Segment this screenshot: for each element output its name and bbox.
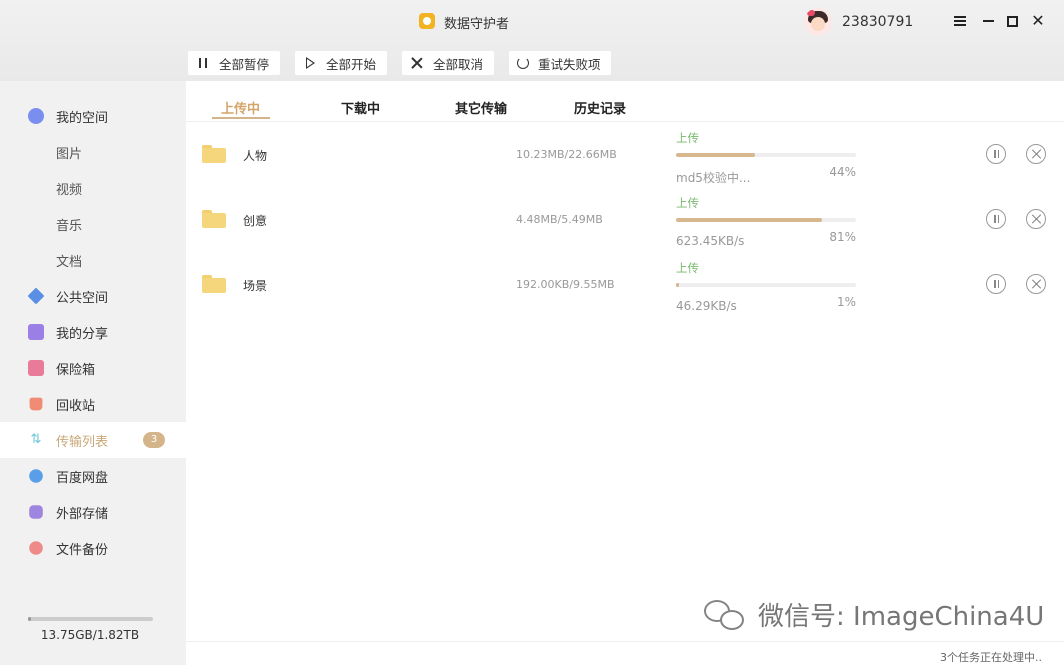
maximize-icon[interactable] bbox=[1003, 12, 1021, 30]
usb-icon bbox=[29, 505, 43, 519]
share-icon bbox=[28, 324, 44, 340]
transfer-status: 上传 bbox=[676, 196, 699, 210]
tab-other-transfers[interactable]: 其它传输 bbox=[455, 98, 507, 117]
progress-fill bbox=[676, 283, 679, 287]
progress-fill bbox=[676, 218, 822, 222]
file-size: 192.00KB/9.55MB bbox=[516, 278, 615, 291]
user-id[interactable]: 23830791 bbox=[842, 14, 913, 30]
transfer-icon: ⇅ bbox=[30, 432, 42, 447]
tab-downloading[interactable]: 下载中 bbox=[341, 98, 380, 117]
cancel-icon[interactable] bbox=[1026, 209, 1046, 229]
transfer-row[interactable]: 场景 192.00KB/9.55MB 上传 46.29KB/s 1% bbox=[186, 254, 1064, 319]
progress-percent: 81% bbox=[829, 230, 856, 244]
transfer-detail: 623.45KB/s bbox=[676, 234, 745, 248]
pause-icon[interactable] bbox=[986, 274, 1006, 294]
active-tab-indicator bbox=[212, 117, 270, 119]
file-name: 场景 bbox=[243, 279, 268, 293]
my-space-icon bbox=[28, 108, 44, 124]
task-status-text: 3个任务正在处理中.. bbox=[940, 651, 1042, 664]
pause-all-button[interactable]: 全部暂停 bbox=[188, 51, 280, 75]
avatar[interactable] bbox=[804, 8, 832, 36]
close-icon[interactable]: ✕ bbox=[1029, 12, 1047, 30]
safe-icon bbox=[28, 360, 44, 376]
storage-usage-bar bbox=[28, 617, 153, 621]
sidebar-item-external-storage[interactable]: 外部存储 bbox=[0, 494, 186, 530]
sidebar-item-music[interactable]: 音乐 bbox=[0, 206, 186, 242]
sidebar-item-my-space[interactable]: 我的空间 bbox=[0, 98, 186, 134]
transfer-row[interactable]: 人物 10.23MB/22.66MB 上传 md5校验中... 44% bbox=[186, 124, 1064, 189]
title-bar: 数据守护者 23830791 ✕ 全部暂停 全部开始 全部取消 重试失败项 bbox=[0, 0, 1064, 81]
storage-usage-text: 13.75GB/1.82TB bbox=[40, 628, 140, 642]
transfer-status: 上传 bbox=[676, 261, 699, 275]
progress-bar bbox=[676, 218, 856, 222]
progress-bar bbox=[676, 283, 856, 287]
folder-icon bbox=[202, 145, 226, 163]
paper-plane-icon bbox=[27, 287, 45, 305]
start-all-button[interactable]: 全部开始 bbox=[295, 51, 387, 75]
file-name: 创意 bbox=[243, 214, 268, 228]
wechat-icon bbox=[704, 598, 748, 632]
sidebar-item-documents[interactable]: 文档 bbox=[0, 242, 186, 278]
app-logo-icon bbox=[419, 13, 435, 29]
sidebar-item-videos[interactable]: 视频 bbox=[0, 170, 186, 206]
menu-icon[interactable] bbox=[951, 12, 969, 30]
folder-icon bbox=[202, 210, 226, 228]
sidebar-item-my-shares[interactable]: 我的分享 bbox=[0, 314, 186, 350]
file-name: 人物 bbox=[243, 149, 268, 163]
trash-icon bbox=[29, 397, 43, 411]
progress-percent: 44% bbox=[829, 165, 856, 179]
sidebar-item-safe[interactable]: 保险箱 bbox=[0, 350, 186, 386]
pause-icon[interactable] bbox=[986, 144, 1006, 164]
sidebar-item-file-backup[interactable]: 文件备份 bbox=[0, 530, 186, 566]
pause-icon bbox=[196, 56, 210, 70]
sidebar-item-images[interactable]: 图片 bbox=[0, 134, 186, 170]
cancel-icon[interactable] bbox=[1026, 274, 1046, 294]
sidebar-item-public-space[interactable]: 公共空间 bbox=[0, 278, 186, 314]
transfer-count-badge: 3 bbox=[143, 432, 165, 448]
cancel-all-button[interactable]: 全部取消 bbox=[402, 51, 494, 75]
retry-icon bbox=[517, 57, 529, 69]
cancel-icon bbox=[410, 56, 424, 70]
status-bar: 3个任务正在处理中.. bbox=[186, 641, 1064, 665]
minimize-icon[interactable] bbox=[979, 12, 997, 30]
sidebar-item-transfer-list[interactable]: ⇅ 传输列表 3 bbox=[0, 422, 186, 458]
transfer-status: 上传 bbox=[676, 131, 699, 145]
pause-icon[interactable] bbox=[986, 209, 1006, 229]
transfer-tabs: 上传中 下载中 其它传输 历史记录 bbox=[186, 81, 1064, 122]
progress-bar bbox=[676, 153, 856, 157]
progress-percent: 1% bbox=[836, 295, 856, 309]
app-title: 数据守护者 bbox=[444, 17, 510, 32]
file-size: 4.48MB/5.49MB bbox=[516, 213, 603, 226]
tab-uploading[interactable]: 上传中 bbox=[221, 98, 260, 117]
backup-icon bbox=[29, 541, 43, 555]
tab-history[interactable]: 历史记录 bbox=[574, 98, 626, 117]
retry-failed-button[interactable]: 重试失败项 bbox=[509, 51, 611, 75]
wechat-watermark: 微信号: ImageChina4U bbox=[704, 596, 1044, 633]
storage-usage-fill bbox=[28, 617, 31, 621]
sidebar-item-baidu-pan[interactable]: 百度网盘 bbox=[0, 458, 186, 494]
folder-icon bbox=[202, 275, 226, 293]
transfer-row[interactable]: 创意 4.48MB/5.49MB 上传 623.45KB/s 81% bbox=[186, 189, 1064, 254]
play-icon bbox=[303, 56, 317, 70]
progress-fill bbox=[676, 153, 756, 157]
sidebar: 我的空间 图片 视频 音乐 文档 公共空间 我的分享 保险箱 回收站 ⇅ 传输列… bbox=[0, 81, 186, 665]
cloud-icon bbox=[29, 469, 43, 483]
file-size: 10.23MB/22.66MB bbox=[516, 148, 617, 161]
transfer-detail: md5校验中... bbox=[676, 171, 751, 185]
sidebar-item-recycle-bin[interactable]: 回收站 bbox=[0, 386, 186, 422]
cancel-icon[interactable] bbox=[1026, 144, 1046, 164]
transfer-detail: 46.29KB/s bbox=[676, 299, 737, 313]
